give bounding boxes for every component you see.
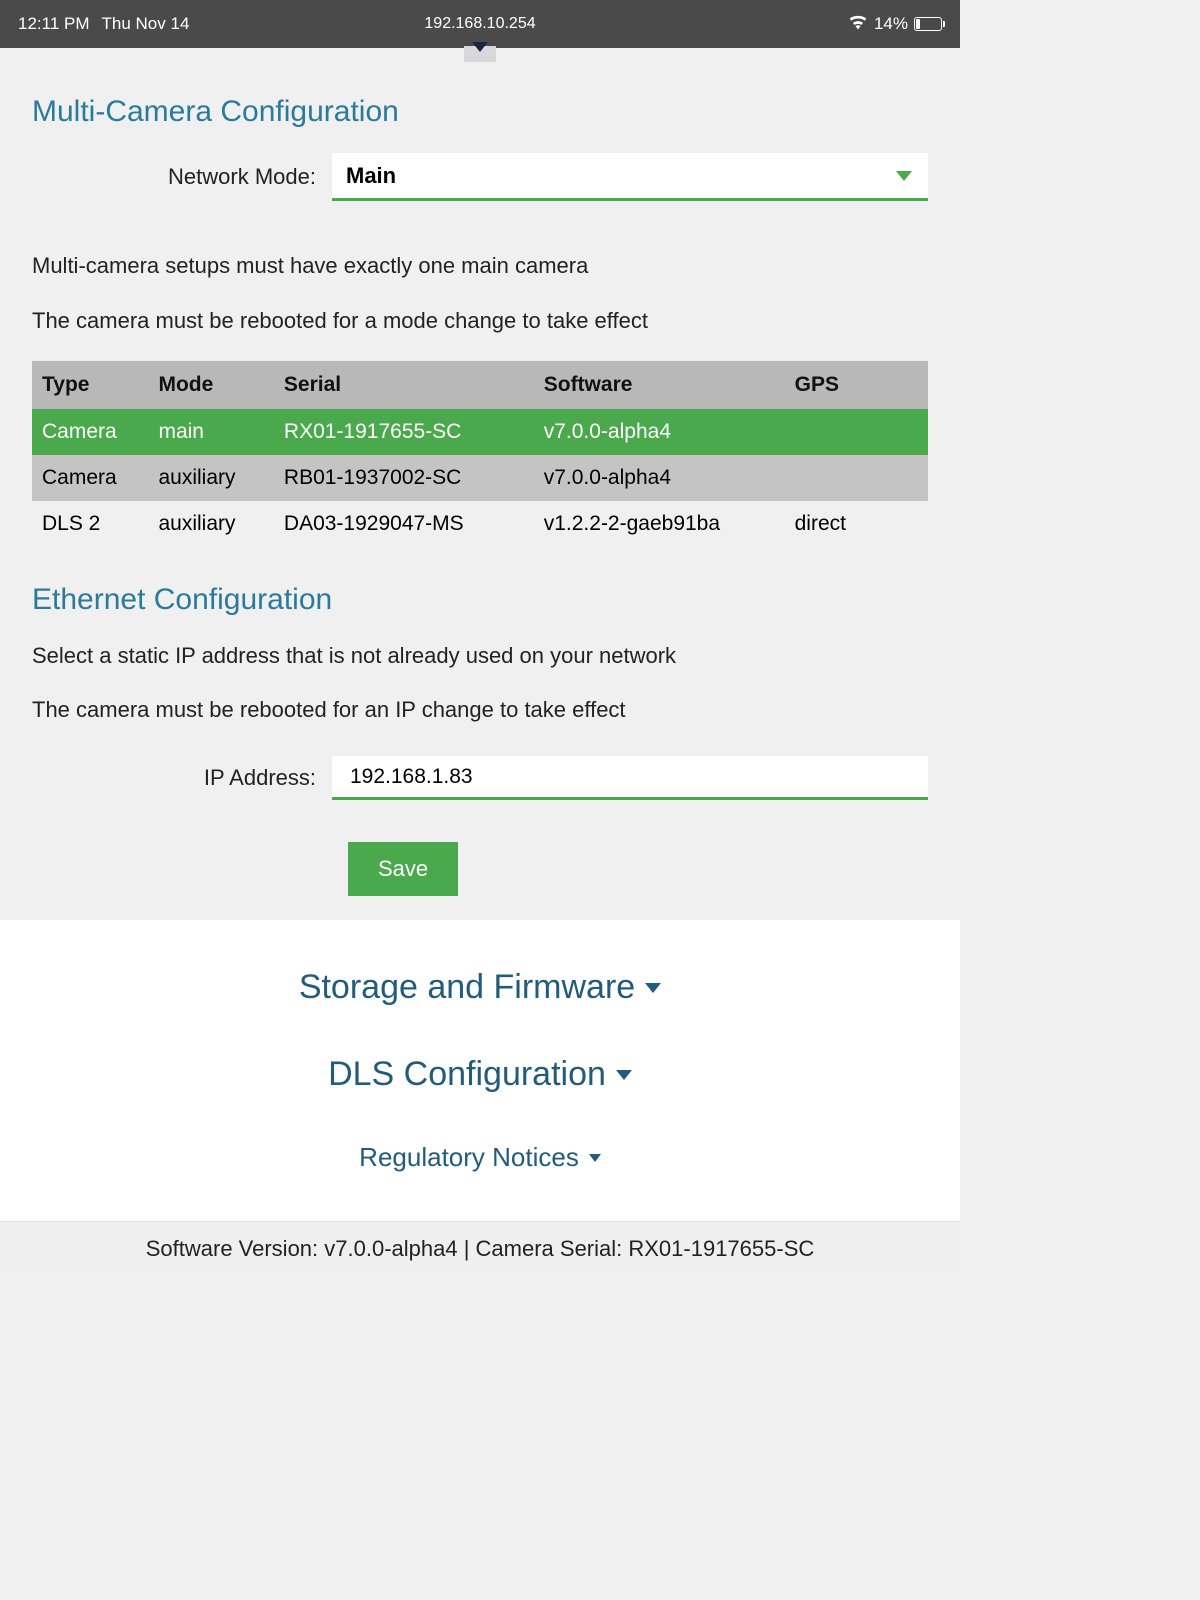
wifi-icon [848, 14, 868, 35]
ip-address-label: IP Address: [32, 765, 332, 791]
multi-camera-title: Multi-Camera Configuration [32, 95, 928, 129]
camera-table: Type Mode Serial Software GPS Cameramain… [32, 361, 928, 547]
accordion-storage-label: Storage and Firmware [299, 968, 635, 1007]
cell-gps [785, 409, 928, 455]
cell-software: v7.0.0-alpha4 [534, 409, 785, 455]
cell-type: Camera [32, 455, 148, 501]
cell-gps [785, 455, 928, 501]
cell-serial: DA03-1929047-MS [274, 501, 534, 547]
ethernet-title: Ethernet Configuration [32, 583, 928, 617]
status-bar: 12:11 PM Thu Nov 14 192.168.10.254 14% [0, 0, 960, 48]
cell-software: v7.0.0-alpha4 [534, 455, 785, 501]
ethernet-info-2: The camera must be rebooted for an IP ch… [32, 695, 928, 726]
cell-mode: main [148, 409, 273, 455]
cell-type: DLS 2 [32, 501, 148, 547]
status-url: 192.168.10.254 [424, 15, 535, 33]
multicam-info-1: Multi-camera setups must have exactly on… [32, 251, 928, 282]
save-button[interactable]: Save [348, 842, 458, 896]
cell-serial: RX01-1917655-SC [274, 409, 534, 455]
table-row: CameramainRX01-1917655-SCv7.0.0-alpha4 [32, 409, 928, 455]
table-row: DLS 2auxiliaryDA03-1929047-MSv1.2.2-2-ga… [32, 501, 928, 547]
accordion-dls-config[interactable]: DLS Configuration [0, 1031, 960, 1118]
th-serial: Serial [274, 361, 534, 409]
th-type: Type [32, 361, 148, 409]
battery-icon [914, 17, 942, 31]
ethernet-info-1: Select a static IP address that is not a… [32, 641, 928, 672]
table-row: CameraauxiliaryRB01-1937002-SCv7.0.0-alp… [32, 455, 928, 501]
status-time: 12:11 PM [18, 14, 90, 34]
th-gps: GPS [785, 361, 928, 409]
cell-mode: auxiliary [148, 501, 273, 547]
th-software: Software [534, 361, 785, 409]
status-date: Thu Nov 14 [102, 14, 190, 34]
accordion-dls-label: DLS Configuration [328, 1055, 606, 1094]
cell-gps: direct [785, 501, 928, 547]
chevron-down-icon [589, 1154, 601, 1162]
ip-address-input[interactable] [350, 765, 910, 789]
battery-pct: 14% [874, 14, 908, 34]
chevron-down-icon [616, 1070, 632, 1080]
collapsed-section-toggle[interactable] [0, 46, 960, 67]
accordion-regulatory[interactable]: Regulatory Notices [0, 1118, 960, 1197]
network-mode-value: Main [346, 163, 396, 189]
cell-serial: RB01-1937002-SC [274, 455, 534, 501]
chevron-down-icon [645, 983, 661, 993]
chevron-down-icon [896, 171, 912, 181]
accordion-storage-firmware[interactable]: Storage and Firmware [0, 944, 960, 1031]
accordion-regulatory-label: Regulatory Notices [359, 1142, 579, 1173]
cell-mode: auxiliary [148, 455, 273, 501]
th-mode: Mode [148, 361, 273, 409]
footer-version: Software Version: v7.0.0-alpha4 | Camera… [0, 1221, 960, 1268]
network-mode-label: Network Mode: [32, 164, 332, 190]
multicam-info-2: The camera must be rebooted for a mode c… [32, 306, 928, 337]
network-mode-select[interactable]: Main [332, 153, 928, 201]
cell-type: Camera [32, 409, 148, 455]
cell-software: v1.2.2-2-gaeb91ba [534, 501, 785, 547]
